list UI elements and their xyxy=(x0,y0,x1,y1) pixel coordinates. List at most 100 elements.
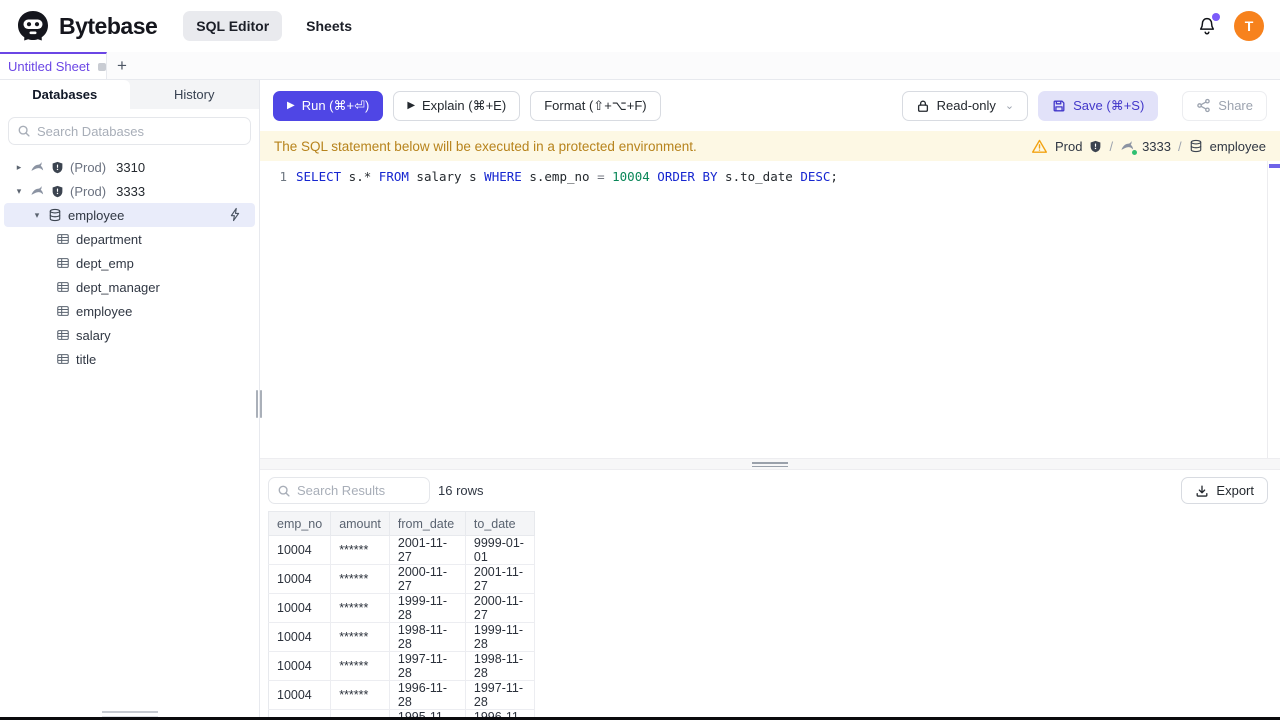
avatar[interactable]: T xyxy=(1234,11,1264,41)
mysql-instance-icon xyxy=(1120,139,1138,155)
scroll-position-mark xyxy=(1269,164,1280,168)
sql-code[interactable]: SELECT s.* FROM salary s WHERE s.emp_no … xyxy=(296,169,838,184)
shield-icon xyxy=(51,185,64,198)
sql-token: salary s xyxy=(408,169,485,184)
shield-icon xyxy=(1089,140,1102,153)
notifications-button[interactable] xyxy=(1196,13,1220,37)
table-cell[interactable]: 2001-11-27 xyxy=(464,564,535,594)
tree-item-table[interactable]: employee xyxy=(0,299,259,323)
share-button[interactable]: Share xyxy=(1182,90,1267,121)
table-cell[interactable]: 10004 xyxy=(267,622,332,652)
readonly-mode-dropdown[interactable]: Read-only ⌄ xyxy=(901,90,1029,121)
work-area: ▶ Run (⌘+⏎) ▶ Explain (⌘+E) Format (⇧+⌥+… xyxy=(260,80,1280,720)
results-panel: 16 rows Export emp_noamountfrom_dateto_d… xyxy=(260,470,1280,720)
caret-icon[interactable]: ▸ xyxy=(14,162,24,173)
table-cell[interactable]: 9999-01-01 xyxy=(464,535,535,565)
table-icon xyxy=(56,232,70,246)
table-cell[interactable]: 10004 xyxy=(267,564,332,594)
export-button-label: Export xyxy=(1216,483,1254,498)
search-results-input[interactable] xyxy=(297,483,421,498)
editor-scrollbar[interactable] xyxy=(1267,161,1280,458)
bytebase-logo[interactable]: Bytebase xyxy=(16,9,158,43)
table-cell[interactable]: ****** xyxy=(330,622,390,652)
tree-item-table[interactable]: dept_emp xyxy=(0,251,259,275)
table-cell[interactable]: 1996-11-28 xyxy=(388,680,466,710)
table-cell[interactable]: 1999-11-28 xyxy=(388,593,466,623)
tree-item-table[interactable]: dept_manager xyxy=(0,275,259,299)
top-nav: SQL Editor Sheets xyxy=(183,11,352,41)
unsaved-indicator[interactable] xyxy=(97,62,106,71)
table-name: title xyxy=(76,351,97,367)
table-name: dept_manager xyxy=(76,279,160,295)
tab-databases[interactable]: Databases xyxy=(0,80,130,109)
format-button-label: Format (⇧+⌥+F) xyxy=(544,97,647,113)
table-cell[interactable]: ****** xyxy=(330,593,390,623)
table-cell[interactable]: 2000-11-27 xyxy=(388,564,466,594)
table-cell[interactable]: 1999-11-28 xyxy=(464,622,535,652)
tree-item-table[interactable]: salary xyxy=(0,323,259,347)
table-cell[interactable]: 2001-11-27 xyxy=(388,535,466,565)
top-bar-right: T xyxy=(1196,11,1264,41)
results-panel-resize-handle[interactable] xyxy=(260,458,1280,470)
caret-icon[interactable]: ▾ xyxy=(14,186,24,197)
banner-message: The SQL statement below will be executed… xyxy=(274,138,697,154)
format-button[interactable]: Format (⇧+⌥+F) xyxy=(530,90,661,121)
table-cell[interactable]: 10004 xyxy=(267,680,332,710)
run-button[interactable]: ▶ Run (⌘+⏎) xyxy=(273,90,384,121)
save-button-label: Save (⌘+S) xyxy=(1073,97,1145,113)
table-cell[interactable]: ****** xyxy=(330,680,390,710)
database-search[interactable] xyxy=(8,117,251,145)
explain-button[interactable]: ▶ Explain (⌘+E) xyxy=(393,90,521,121)
table-cell[interactable]: 10004 xyxy=(267,535,332,565)
table-cell[interactable]: ****** xyxy=(330,651,390,681)
table-cell[interactable]: 2000-11-27 xyxy=(464,593,535,623)
table-cell[interactable]: 10004 xyxy=(267,651,332,681)
tree-item-instance[interactable]: ▾ (Prod) 3333 xyxy=(0,179,259,203)
sidebar-resize-handle[interactable] xyxy=(255,390,262,430)
sql-token: ORDER BY xyxy=(657,169,718,184)
search-databases-input[interactable] xyxy=(37,123,242,139)
top-bar: Bytebase SQL Editor Sheets T xyxy=(0,0,1280,52)
nav-sql-editor[interactable]: SQL Editor xyxy=(183,11,283,41)
tab-history[interactable]: History xyxy=(130,80,260,109)
nav-sheets[interactable]: Sheets xyxy=(306,18,352,34)
database-tree: ▸ (Prod) 3310 ▾ (Prod) 3333 ▾ employee d… xyxy=(0,153,259,720)
sql-token: SELECT xyxy=(296,169,342,184)
table-row[interactable]: 10004 ****** 1997-11-28 1998-11-28 xyxy=(267,651,535,681)
table-name: department xyxy=(76,231,142,247)
quick-action-bolt-icon[interactable] xyxy=(228,207,243,222)
table-cell[interactable]: 1998-11-28 xyxy=(464,651,535,681)
tree-item-table[interactable]: department xyxy=(0,227,259,251)
table-cell[interactable]: 1997-11-28 xyxy=(464,680,535,710)
database-label[interactable]: employee xyxy=(1210,139,1266,154)
table-icon xyxy=(56,328,70,342)
sql-editor[interactable]: 1 SELECT s.* FROM salary s WHERE s.emp_n… xyxy=(260,161,1280,458)
tree-item-instance[interactable]: ▸ (Prod) 3310 xyxy=(0,155,259,179)
table-row[interactable]: 10004 ****** 2000-11-27 2001-11-27 xyxy=(267,564,535,594)
explain-button-label: Explain (⌘+E) xyxy=(422,97,507,113)
results-search[interactable] xyxy=(268,477,430,504)
table-cell[interactable]: ****** xyxy=(330,564,390,594)
environment-label[interactable]: Prod xyxy=(1055,139,1082,154)
instance-label[interactable]: 3333 xyxy=(1142,139,1171,154)
table-row[interactable]: 10004 ****** 1998-11-28 1999-11-28 xyxy=(267,622,535,652)
save-button[interactable]: Save (⌘+S) xyxy=(1038,90,1159,121)
main-area: Databases History ▸ xyxy=(0,80,1280,720)
table-row[interactable]: 10004 ****** 1999-11-28 2000-11-27 xyxy=(267,593,535,623)
export-button[interactable]: Export xyxy=(1181,477,1268,504)
table-cell[interactable]: 1997-11-28 xyxy=(388,651,466,681)
bytebase-logo-icon xyxy=(16,9,50,43)
toolbar-right: Read-only ⌄ Save (⌘+S) Share xyxy=(901,90,1267,121)
table-row[interactable]: 10004 ****** 1996-11-28 1997-11-28 xyxy=(267,680,535,710)
database-icon xyxy=(1189,139,1203,153)
new-sheet-button[interactable]: + xyxy=(107,52,137,79)
tree-item-database[interactable]: ▾ employee xyxy=(4,203,255,227)
table-cell[interactable]: 10004 xyxy=(267,593,332,623)
tree-item-table[interactable]: title xyxy=(0,347,259,371)
table-row[interactable]: 10004 ****** 2001-11-27 9999-01-01 xyxy=(267,535,535,565)
table-cell[interactable]: ****** xyxy=(330,535,390,565)
table-cell[interactable]: 1998-11-28 xyxy=(388,622,466,652)
caret-icon[interactable]: ▾ xyxy=(32,210,42,221)
sheet-tab-untitled[interactable]: Untitled Sheet xyxy=(0,52,107,79)
sidebar-tabs: Databases History xyxy=(0,80,259,109)
